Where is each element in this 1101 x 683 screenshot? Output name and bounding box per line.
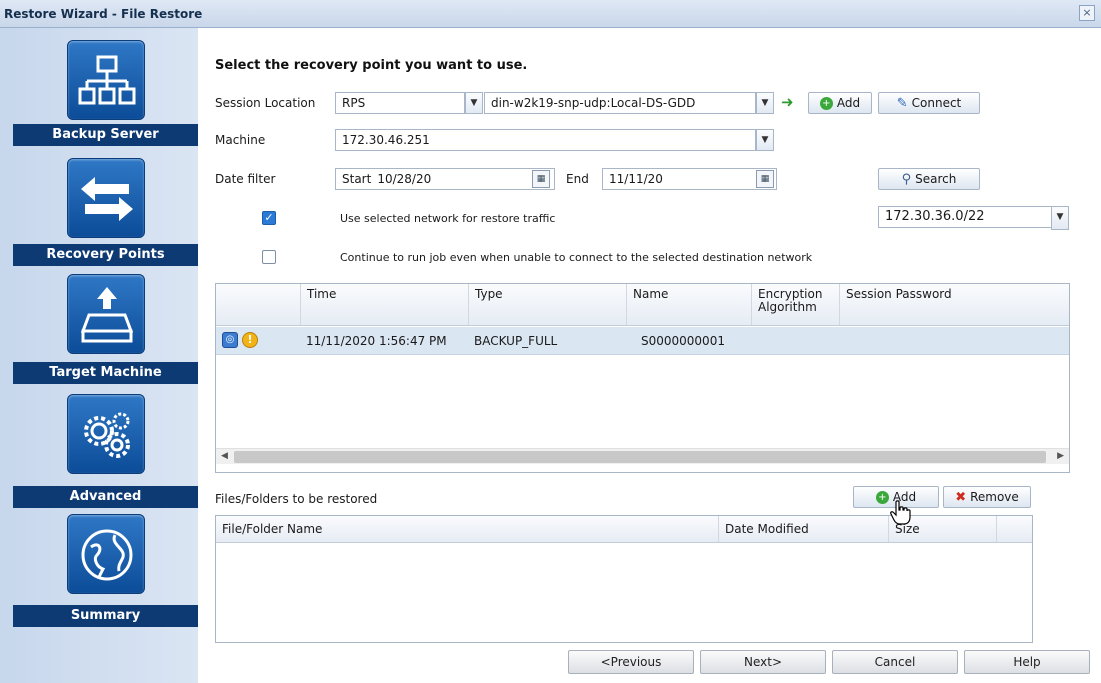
continue-job-checkbox[interactable]: [262, 250, 276, 264]
step-label: Summary: [13, 605, 198, 627]
search-button[interactable]: ⚲ Search: [878, 168, 980, 190]
target-machine-icon: [67, 274, 145, 354]
scroll-right-icon[interactable]: ▶: [1057, 451, 1064, 461]
col-header-type[interactable]: Type: [468, 284, 628, 325]
add-label: Add: [836, 96, 861, 110]
col-header-date-modified[interactable]: Date Modified: [718, 516, 888, 542]
col-header-session-password[interactable]: Session Password: [839, 284, 1069, 325]
window-title: Restore Wizard - File Restore: [4, 7, 203, 21]
chevron-down-icon[interactable]: ▼: [1051, 206, 1069, 230]
remove-x-icon: ✖: [955, 489, 967, 505]
remove-files-label: Remove: [970, 490, 1019, 504]
date-filter-label: Date filter: [215, 172, 276, 186]
step-label: Recovery Points: [13, 244, 198, 266]
add-icon: +: [875, 491, 889, 504]
continue-job-label: Continue to run job even when unable to …: [340, 251, 813, 264]
grid-header: Time Type Name Encryption Algorithm Sess…: [216, 284, 1069, 326]
backup-server-icon: [67, 40, 145, 120]
scroll-thumb[interactable]: [234, 451, 1046, 463]
end-label: End: [566, 172, 589, 186]
chevron-down-icon[interactable]: ▼: [756, 129, 774, 151]
session-location-label: Session Location: [215, 96, 316, 110]
chevron-down-icon[interactable]: ▼: [756, 92, 774, 114]
scroll-left-icon[interactable]: ◀: [221, 451, 228, 461]
use-network-checkbox[interactable]: ✓: [262, 211, 276, 225]
machine-select[interactable]: 172.30.46.251: [335, 129, 756, 151]
next-button[interactable]: Next>: [700, 650, 826, 674]
step-label: Backup Server: [13, 124, 198, 146]
help-button[interactable]: Help: [964, 650, 1090, 674]
col-header-file-folder-name[interactable]: File/Folder Name: [216, 516, 716, 542]
recovery-point-icon: ◎: [222, 332, 238, 348]
connect-button[interactable]: ✎ Connect: [878, 92, 980, 114]
files-to-restore-label: Files/Folders to be restored: [215, 492, 378, 506]
end-date-field[interactable]: 11/11/20: [602, 168, 777, 190]
wizard-steps-sidebar: Backup Server Recovery Points Target Mac…: [0, 28, 198, 683]
advanced-gears-icon: [67, 394, 145, 474]
add-icon: +: [819, 97, 833, 110]
use-network-label: Use selected network for restore traffic: [340, 212, 556, 225]
hand-cursor-icon: [890, 500, 911, 525]
col-header-encryption[interactable]: Encryption Algorithm: [751, 284, 841, 325]
session-type-select[interactable]: RPS: [335, 92, 465, 114]
start-date-field[interactable]: Start 10/28/20: [335, 168, 555, 190]
cancel-button[interactable]: Cancel: [832, 650, 958, 674]
calendar-icon[interactable]: ▦: [532, 170, 550, 188]
files-grid: File/Folder Name Date Modified Size: [215, 515, 1033, 643]
start-date-value: 10/28/20: [377, 172, 432, 186]
machine-label: Machine: [215, 133, 266, 147]
page-heading: Select the recovery point you want to us…: [215, 58, 528, 73]
connect-arrow-icon[interactable]: ➜: [781, 93, 794, 111]
warning-icon: !: [242, 332, 258, 348]
recovery-points-icon: [67, 158, 145, 238]
window-title-bar: Restore Wizard - File Restore ×: [0, 0, 1101, 28]
connect-pen-icon: ✎: [896, 95, 908, 111]
start-label: Start: [342, 172, 372, 186]
close-icon[interactable]: ×: [1079, 5, 1095, 21]
previous-button[interactable]: <Previous: [568, 650, 694, 674]
cell-name: S0000000001: [641, 334, 725, 348]
search-label: Search: [915, 172, 957, 186]
cell-type: BACKUP_FULL: [474, 334, 558, 348]
col-header-time[interactable]: Time: [300, 284, 462, 325]
summary-globe-icon: [67, 514, 145, 594]
col-header-empty: [996, 516, 1032, 542]
network-select[interactable]: 172.30.36.0/22: [878, 206, 1052, 228]
col-header-name[interactable]: Name: [626, 284, 751, 325]
add-rps-button[interactable]: + Add: [808, 92, 872, 114]
cell-time: 11/11/2020 1:56:47 PM: [306, 334, 447, 348]
binoculars-icon: ⚲: [901, 171, 912, 187]
session-server-select[interactable]: din-w2k19-snp-udp:Local-DS-GDD: [484, 92, 756, 114]
chevron-down-icon[interactable]: ▼: [465, 92, 483, 114]
remove-files-button[interactable]: ✖ Remove: [943, 486, 1031, 508]
table-row[interactable]: ◎ ! 11/11/2020 1:56:47 PM BACKUP_FULL S0…: [216, 327, 1069, 355]
connect-label: Connect: [911, 96, 962, 110]
step-label: Target Machine: [13, 362, 198, 384]
horizontal-scrollbar[interactable]: ◀ ▶: [216, 448, 1069, 464]
recovery-points-grid: Time Type Name Encryption Algorithm Sess…: [215, 283, 1070, 473]
calendar-icon[interactable]: ▦: [756, 170, 774, 188]
step-label: Advanced: [13, 486, 198, 508]
